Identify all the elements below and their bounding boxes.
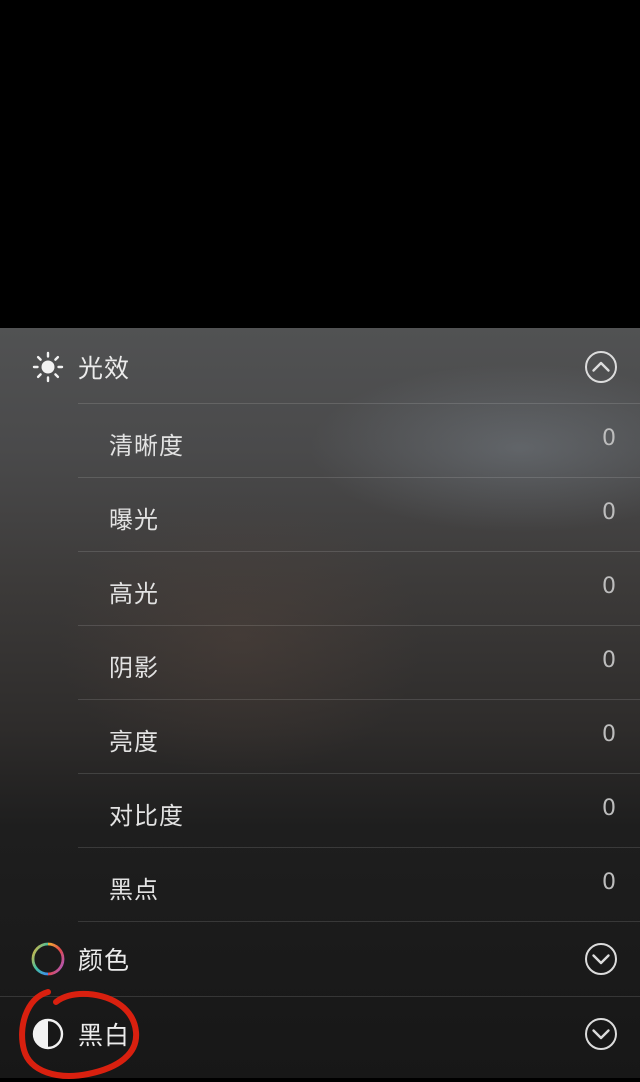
adjust-row-value: 0: [602, 722, 616, 747]
photo-preview-area: [0, 0, 640, 328]
adjust-row-highlights[interactable]: 高光 0: [78, 551, 640, 626]
sun-icon: [30, 349, 66, 385]
adjust-row-label: 清晰度: [109, 432, 184, 460]
adjust-row-label: 高光: [109, 580, 159, 608]
adjust-row-clarity[interactable]: 清晰度 0: [78, 403, 640, 478]
adjust-row-value: 0: [602, 574, 616, 599]
adjust-row-exposure[interactable]: 曝光 0: [78, 477, 640, 552]
adjust-row-value: 0: [602, 426, 616, 451]
section-light-header[interactable]: 光效: [0, 330, 640, 404]
adjust-row-label: 阴影: [109, 654, 159, 682]
adjust-row-label: 曝光: [109, 506, 159, 534]
adjust-row-value: 0: [602, 870, 616, 895]
adjust-row-black-point[interactable]: 黑点 0: [78, 847, 640, 922]
adjustments-panel: 光效 清晰度 0 曝光 0 高光 0 阴影 0 亮度 0 对比度 0 黑点 0: [0, 328, 640, 1078]
section-light-title: 光效: [78, 354, 131, 383]
red-annotation-circle: [19, 989, 140, 1079]
color-wheel-icon: [30, 941, 66, 977]
expand-chevron-down-icon[interactable]: [584, 1017, 618, 1051]
expand-chevron-down-icon[interactable]: [584, 942, 618, 976]
adjust-row-value: 0: [602, 648, 616, 673]
collapse-chevron-up-icon[interactable]: [584, 350, 618, 384]
adjust-row-label: 对比度: [109, 802, 184, 830]
adjust-row-label: 亮度: [109, 728, 159, 756]
section-color-title: 颜色: [78, 946, 131, 975]
adjust-row-shadows[interactable]: 阴影 0: [78, 625, 640, 700]
adjust-row-value: 0: [602, 500, 616, 525]
section-color-header[interactable]: 颜色: [0, 922, 640, 996]
adjust-row-label: 黑点: [109, 876, 159, 904]
adjust-row-contrast[interactable]: 对比度 0: [78, 773, 640, 848]
adjust-row-brightness[interactable]: 亮度 0: [78, 699, 640, 774]
adjust-row-value: 0: [602, 796, 616, 821]
